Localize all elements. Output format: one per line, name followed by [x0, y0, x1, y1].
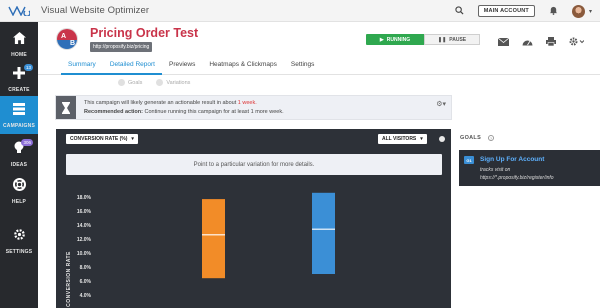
- variations-radio-dot: [156, 79, 164, 86]
- y-tick-label: 18.0%: [77, 195, 92, 201]
- notice-estimate-text: This campaign will likely generate an ac…: [84, 100, 238, 106]
- help-icon[interactable]: ?: [488, 135, 494, 141]
- notice-settings-icon[interactable]: ⚙▾: [436, 100, 446, 108]
- pause-button[interactable]: ❚❚ PAUSE: [424, 34, 480, 45]
- pause-label: PAUSE: [449, 36, 467, 43]
- goal-url-pattern: https://*.proposify.biz/register/info: [480, 175, 554, 181]
- top-right-controls: MAIN ACCOUNT ▾: [455, 0, 592, 22]
- notice-estimate-duration: 1 week.: [237, 100, 257, 106]
- avatar-letter-b: B: [57, 40, 77, 49]
- avatar-letter-a: A: [57, 29, 77, 40]
- y-tick-label: 16.0%: [77, 209, 92, 215]
- campaigns-icon: [13, 102, 25, 120]
- y-tick-label: 6.0%: [80, 279, 92, 285]
- goals-label: GOALS: [460, 135, 482, 141]
- y-tick-label: 8.0%: [80, 265, 92, 271]
- goal-badge: G1: [464, 156, 474, 164]
- hourglass-icon: [56, 96, 76, 119]
- gear-icon: [13, 228, 26, 246]
- dashboard-icon[interactable]: [522, 33, 533, 51]
- tab-previews[interactable]: Previews: [162, 58, 202, 75]
- variation-range-bar[interactable]: [312, 192, 335, 274]
- app-root: Visual Website Optimizer MAIN ACCOUNT ▾ …: [0, 0, 600, 308]
- y-tick-label: 4.0%: [80, 293, 92, 299]
- conversion-chart-panel: CONVERSION RATE (%) ▾ ALL VISITORS ▾ Poi…: [56, 129, 451, 308]
- tab-summary[interactable]: Summary: [61, 58, 103, 75]
- sub-tab-goals[interactable]: Goals: [118, 79, 142, 86]
- campaign-tabs: Summary Detailed Report Previews Heatmap…: [38, 58, 600, 75]
- sidebar-item-label: HELP: [11, 198, 27, 205]
- lifebuoy-icon: [12, 177, 26, 196]
- variation-range-bar[interactable]: [202, 199, 225, 279]
- print-icon[interactable]: [546, 33, 556, 51]
- y-axis-label: CONVERSION RATE: [66, 251, 72, 307]
- y-tick-label: 10.0%: [77, 251, 92, 257]
- play-icon: ▶: [379, 36, 384, 43]
- campaign-ab-avatar: A B: [56, 28, 78, 50]
- sidebar-item-create[interactable]: 13 CREATE: [0, 60, 38, 98]
- sidebar-item-ideas[interactable]: 306 IDEAS: [0, 135, 38, 173]
- sidebar-item-label: CREATE: [8, 86, 30, 93]
- chevron-down-icon[interactable]: ▾: [589, 8, 592, 15]
- notice-estimate: This campaign will likely generate an ac…: [84, 100, 257, 106]
- tab-heatmaps-clickmaps[interactable]: Heatmaps & Clickmaps: [202, 58, 284, 75]
- settings-gear-icon[interactable]: [569, 33, 585, 51]
- sidebar-item-help[interactable]: HELP: [0, 172, 38, 210]
- conversion-chart: 18.0% 16.0% 14.0% 12.0% 10.0% 8.0% 6.0% 4.0% CO…: [66, 192, 335, 307]
- sidebar-item-label: SETTINGS: [5, 248, 33, 255]
- goal-card[interactable]: G1 Sign Up For Account tracks visit on h…: [459, 150, 600, 186]
- tab-detailed-report[interactable]: Detailed Report: [102, 58, 162, 75]
- campaign-status-toggle: ▶ RUNNING ❚❚ PAUSE: [366, 34, 480, 45]
- recommendation-text: Continue running this campaign for at le…: [142, 109, 284, 115]
- sub-tab-label: Goals: [128, 79, 143, 86]
- tab-settings[interactable]: Settings: [284, 58, 322, 75]
- campaign-title[interactable]: Pricing Order Test: [90, 26, 198, 40]
- search-icon[interactable]: [455, 2, 464, 20]
- vwo-logo[interactable]: [0, 0, 38, 22]
- main-account-button[interactable]: MAIN ACCOUNT: [477, 5, 535, 17]
- header-action-icons: [497, 33, 585, 51]
- sub-tab-variations[interactable]: Variations: [156, 79, 190, 86]
- ideas-count-badge: 306: [21, 139, 33, 146]
- recommendation-label: Recommended action:: [84, 109, 143, 115]
- sidebar-item-label: CAMPAIGNS: [3, 122, 35, 129]
- notice-recommendation: Recommended action: Continue running thi…: [84, 109, 284, 115]
- goal-title: Sign Up For Account: [480, 156, 545, 163]
- sidebar-item-campaigns[interactable]: CAMPAIGNS: [0, 96, 38, 134]
- campaign-url[interactable]: http://proposify.biz/pricing: [90, 42, 153, 52]
- y-tick-label: 14.0%: [77, 223, 92, 229]
- bell-icon[interactable]: [549, 2, 558, 20]
- sidebar-item-home[interactable]: HOME: [0, 25, 38, 63]
- home-icon: [12, 31, 26, 49]
- sidebar-item-label: HOME: [11, 51, 27, 58]
- create-count-badge: 13: [23, 64, 33, 71]
- goals-radio-dot: [118, 79, 125, 86]
- campaign-header: A B Pricing Order Test http://proposify.…: [38, 22, 600, 58]
- goal-description: tracks visit on: [480, 167, 511, 173]
- user-avatar[interactable]: [571, 4, 585, 18]
- variation-bars: [202, 192, 335, 279]
- mail-icon[interactable]: [497, 33, 510, 51]
- pause-icon: ❚❚: [437, 36, 447, 43]
- sidebar: HOME 13 CREATE CAMPAIGNS 306 IDEAS HELP …: [0, 22, 38, 308]
- top-bar: Visual Website Optimizer MAIN ACCOUNT ▾: [0, 0, 600, 22]
- running-button[interactable]: ▶ RUNNING: [366, 34, 424, 45]
- sub-tab-label: Variations: [166, 79, 191, 86]
- y-axis-ticks: 18.0% 16.0% 14.0% 12.0% 10.0% 8.0% 6.0% 4.0%: [77, 195, 92, 299]
- report-sub-tabs: Goals Variations: [118, 79, 190, 86]
- app-title: Visual Website Optimizer: [41, 5, 150, 16]
- running-label: RUNNING: [386, 36, 411, 43]
- sidebar-item-label: IDEAS: [10, 161, 28, 168]
- y-tick-label: 12.0%: [77, 237, 92, 243]
- sidebar-item-settings[interactable]: SETTINGS: [0, 222, 38, 260]
- campaign-duration-notice: This campaign will likely generate an ac…: [55, 95, 452, 120]
